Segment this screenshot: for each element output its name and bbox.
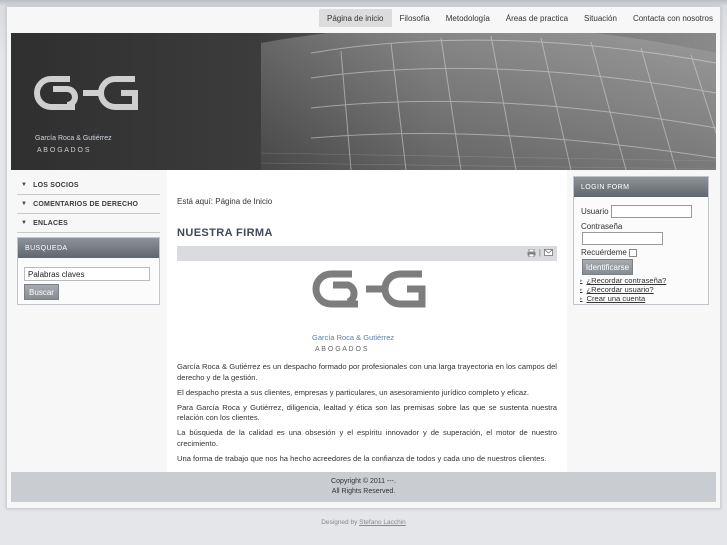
nav-item-inicio[interactable]: Página de inicio	[319, 9, 392, 27]
copyright-text: Copyright © 2011 ---.	[331, 478, 396, 485]
menu-item-comentarios[interactable]: ▼ Comentarios de derecho	[17, 195, 160, 214]
login-module-title: Login Form	[574, 177, 708, 197]
content-logo: García Roca & Gutiérrez A B O G A D O S	[312, 270, 426, 353]
banner-architecture-image: García Roca & Gutiérrez A B O G A D O S	[11, 33, 716, 170]
article-paragraph: García Roca & Gutiérrez es un despacho f…	[177, 362, 557, 382]
footer: Copyright © 2011 ---. All Rights Reserve…	[11, 472, 716, 502]
nav-item-metodologia[interactable]: Metodología	[438, 9, 498, 27]
article-body: García Roca & Gutiérrez es un despacho f…	[177, 362, 557, 469]
article-paragraph: El despacho presta a sus clientes, empre…	[177, 387, 530, 397]
search-module-title: Busqueda	[18, 238, 159, 258]
password-field[interactable]	[582, 232, 663, 245]
designer-credit: Designed by Stefano Lacchin	[0, 519, 727, 526]
remember-checkbox[interactable]	[629, 249, 637, 257]
triangle-down-icon: ▼	[21, 220, 28, 226]
login-links: ▸ ¿Recordar contraseña? ▸ ¿Recordar usuari…	[580, 276, 666, 303]
create-account-link[interactable]: ▸ Crear una cuenta	[580, 294, 666, 303]
forgot-username-link[interactable]: ▸ ¿Recordar usuario?	[580, 285, 666, 294]
banner-brand-subtitle: A B O G A D O S	[37, 147, 90, 154]
content-brand-subtitle: A B O G A D O S	[315, 346, 368, 353]
print-icon[interactable]	[527, 248, 536, 257]
nav-item-contacto[interactable]: Contacta con nosotros	[625, 9, 721, 27]
forgot-password-label: ¿Recordar contraseña?	[586, 276, 667, 285]
search-module: Busqueda Buscar	[17, 237, 160, 305]
article-paragraph: Una forma de trabajo que nos ha hecho ac…	[177, 453, 547, 463]
login-module: Login Form Usuario Contraseña Recuérdeme…	[573, 176, 709, 305]
banner-brand-name: García Roca & Gutiérrez	[35, 135, 112, 142]
username-label: Usuario	[581, 207, 609, 216]
forgot-username-label: ¿Recordar usuario?	[586, 285, 654, 294]
nav-item-situacion[interactable]: Situación	[576, 9, 625, 27]
content-brand-name: García Roca & Gutiérrez	[312, 333, 394, 342]
designer-link[interactable]: Stefano Lacchin	[359, 519, 406, 526]
header-banner: García Roca & Gutiérrez A B O G A D O S	[11, 33, 716, 170]
login-button[interactable]: Identificarse	[582, 259, 633, 275]
menu-item-enlaces[interactable]: ▼ Enlaces	[17, 214, 160, 233]
breadcrumb: Está aquí: Página de Inicio	[177, 197, 273, 206]
credit-prefix: Designed by	[321, 519, 358, 526]
forgot-password-link[interactable]: ▸ ¿Recordar contraseña?	[580, 276, 666, 285]
triangle-down-icon: ▼	[21, 201, 28, 207]
password-label: Contraseña	[581, 222, 623, 231]
article-toolbar: |	[177, 246, 557, 261]
menu-item-label: Enlaces	[33, 219, 68, 227]
triangle-down-icon: ▼	[21, 182, 28, 188]
main-content: Está aquí: Página de Inicio Nuestra Firm…	[167, 170, 567, 472]
nav-item-filosofia[interactable]: Filosofía	[392, 9, 438, 27]
rights-text: All Rights Reserved.	[331, 488, 396, 495]
bullet-icon: ▸	[580, 277, 583, 284]
menu-item-label: Comentarios de derecho	[33, 200, 139, 208]
left-sidebar: ▼ Los socios ▼ Comentarios de derecho ▼ …	[17, 176, 160, 233]
menu-item-socios[interactable]: ▼ Los socios	[17, 176, 160, 195]
remember-label: Recuérdeme	[581, 248, 627, 257]
menu-item-label: Los socios	[33, 181, 79, 189]
create-account-label: Crear una cuenta	[586, 294, 646, 303]
article-paragraph: La búsqueda de la calidad es una obsesió…	[177, 428, 557, 448]
email-icon[interactable]	[544, 249, 553, 256]
toolbar-separator: |	[538, 248, 541, 257]
top-navigation: Página de inicio Filosofía Metodología Á…	[319, 9, 721, 27]
article-title: Nuestra Firma	[177, 227, 273, 239]
search-input[interactable]	[24, 267, 150, 281]
username-field[interactable]	[611, 205, 692, 218]
nav-item-areas[interactable]: Áreas de practica	[498, 9, 576, 27]
article-paragraph: Para García Roca y Gutiérrez, diligencia…	[177, 402, 557, 423]
search-button[interactable]: Buscar	[24, 284, 59, 300]
bullet-icon: ▸	[580, 295, 583, 302]
bullet-icon: ▸	[580, 286, 583, 293]
